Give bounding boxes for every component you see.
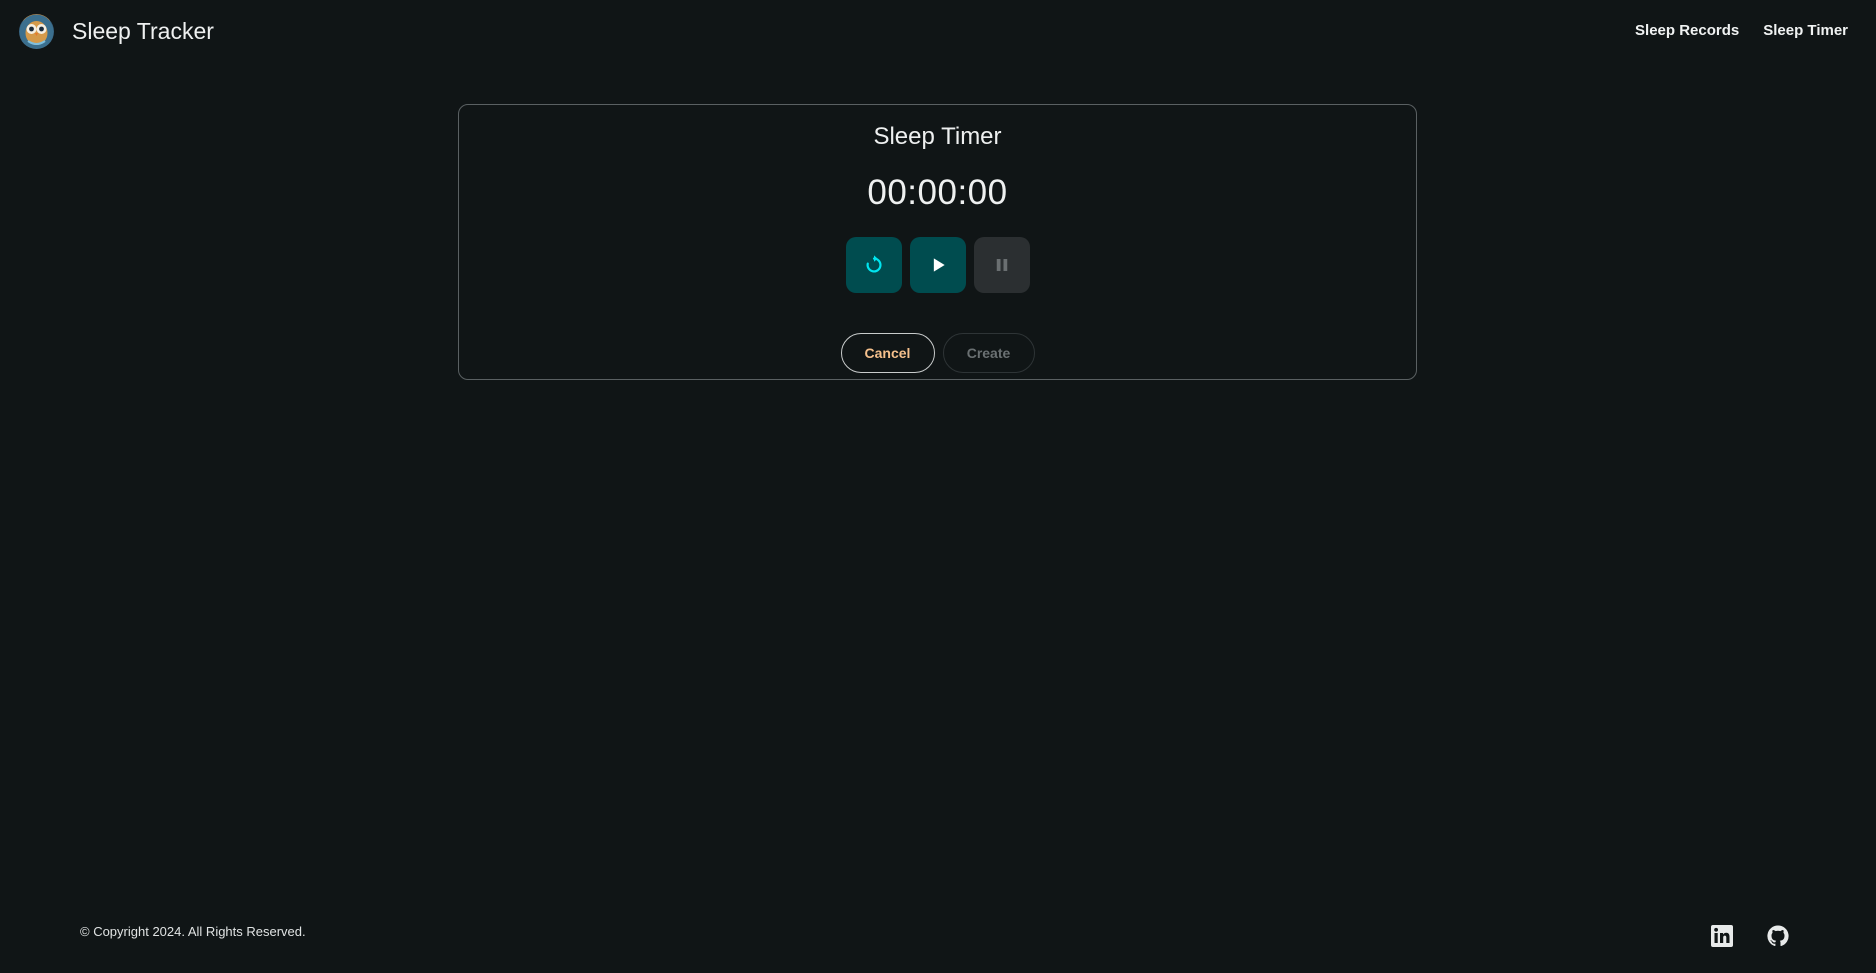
github-icon[interactable] xyxy=(1766,924,1790,948)
create-button[interactable]: Create xyxy=(942,333,1035,373)
reset-icon xyxy=(866,255,882,273)
card-actions: Cancel Create xyxy=(459,333,1416,373)
nav-sleep-records[interactable]: Sleep Records xyxy=(1635,22,1739,39)
app-header: Sleep Tracker Sleep Records Sleep Timer xyxy=(0,0,1876,64)
copyright-text: © Copyright 2024. All Rights Reserved. xyxy=(80,924,306,939)
social-links xyxy=(1710,924,1790,948)
owl-logo-icon[interactable] xyxy=(19,14,54,49)
pause-icon xyxy=(996,259,1007,271)
linkedin-icon[interactable] xyxy=(1710,924,1734,948)
card-title: Sleep Timer xyxy=(873,123,1002,150)
timer-controls xyxy=(459,237,1416,293)
timer-display: 00:00:00 xyxy=(867,173,1008,212)
app-title[interactable]: Sleep Tracker xyxy=(72,18,214,45)
reset-button[interactable] xyxy=(845,237,902,293)
sleep-timer-card: Sleep Timer 00:00:00 Cancel Create xyxy=(458,104,1417,380)
top-nav: Sleep Records Sleep Timer xyxy=(1635,22,1848,39)
nav-sleep-timer[interactable]: Sleep Timer xyxy=(1763,22,1848,39)
play-button[interactable] xyxy=(909,237,966,293)
play-icon xyxy=(933,258,945,272)
cancel-button[interactable]: Cancel xyxy=(840,333,935,373)
pause-button[interactable] xyxy=(973,237,1030,293)
